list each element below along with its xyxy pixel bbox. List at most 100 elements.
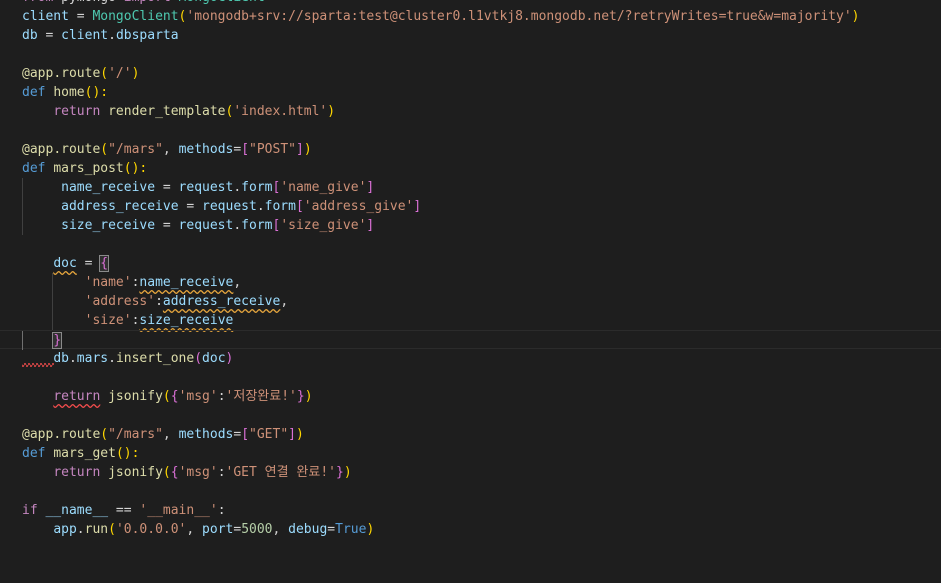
code-line[interactable] [0,368,941,387]
code-token: "/mars" [108,142,163,157]
code-line[interactable]: size_receive = request.form['size_give'] [0,216,941,235]
code-token: doc [53,256,77,271]
code-token: 'size_give' [280,218,367,233]
code-token: [ [295,199,304,214]
code-token: . [68,351,77,366]
code-token: 5000 [241,522,273,537]
code-line[interactable] [0,235,941,254]
code-token: ) [303,142,312,157]
code-token: , [162,142,179,157]
code-token: mars_get [53,446,116,461]
code-token: ( [162,465,171,480]
code-token: . [233,218,242,233]
code-line[interactable]: return render_template('index.html') [0,102,941,121]
code-token: ( [194,351,203,366]
code-token: def [22,161,46,176]
code-token: client [61,28,109,43]
code-line[interactable]: name_receive = request.form['name_give'] [0,178,941,197]
code-token: : [155,294,163,309]
code-token: : [217,503,226,518]
code-token: run [84,522,109,537]
code-token: if [22,503,38,518]
code-token: ( [100,427,109,442]
code-token: ) [343,465,352,480]
code-token: form [241,218,273,233]
code-token: = [233,522,242,537]
code-token: = [233,427,242,442]
indent-guide [22,178,23,197]
code-token: dbsparta [115,28,179,43]
code-line[interactable]: @app.route('/') [0,64,941,83]
indent-guide [22,216,23,235]
code-token: ) [304,389,313,404]
error-squiggle [22,363,54,367]
code-token: : [217,465,226,480]
code-token: jsonify [108,465,163,480]
code-token: = [37,28,62,43]
code-token: . [256,199,265,214]
code-token: } [296,389,305,404]
code-token: 'msg' [178,465,218,480]
code-line[interactable] [0,45,941,64]
code-line[interactable] [0,406,941,425]
code-line[interactable] [0,121,941,140]
code-line[interactable]: 'address':address_receive, [0,292,941,311]
code-line[interactable]: return jsonify({'msg':'GET 연결 완료!'}) [0,463,941,482]
code-line[interactable]: doc = { [0,254,941,273]
code-area[interactable]: from pymongo import MongoClientclient = … [0,0,941,558]
code-token: @ [22,142,30,157]
code-token: address_receive [162,294,281,309]
code-line[interactable]: def mars_get(): [0,444,941,463]
code-line[interactable]: @app.route("/mars", methods=["GET"]) [0,425,941,444]
code-token: __name__ [45,503,109,518]
code-line[interactable]: 'name':name_receive, [0,273,941,292]
code-line[interactable]: def home(): [0,83,941,102]
code-line[interactable]: return jsonify({'msg':'저장완료!'}) [0,387,941,406]
code-token: ] [366,218,375,233]
code-line[interactable]: app.run('0.0.0.0', port=5000, debug=True… [0,520,941,539]
code-token: 'size' [84,313,132,328]
code-token: { [170,465,179,480]
code-line[interactable] [0,539,941,558]
code-token: request [202,199,257,214]
code-token: ( [162,389,171,404]
code-token: def [22,446,46,461]
indent-guide [22,331,23,350]
code-line[interactable]: client = MongoClient('mongodb+srv://spar… [0,7,941,26]
code-line[interactable]: def mars_post(): [0,159,941,178]
code-line[interactable]: db.mars.insert_one(doc) [0,349,941,368]
code-token: import [124,0,171,5]
code-token: . [108,351,116,366]
code-token: ) [225,351,234,366]
code-token: address_receive [61,199,179,214]
code-token: return [53,389,101,404]
code-token: = [155,180,179,195]
code-token: "/mars" [108,427,163,442]
code-line[interactable] [0,482,941,501]
code-token: name_receive [139,275,234,290]
code-line[interactable]: address_receive = request.form['address_… [0,197,941,216]
code-line[interactable]: db = client.dbsparta [0,26,941,45]
code-line[interactable]: if __name__ == '__main__': [0,501,941,520]
code-line[interactable]: from pymongo import MongoClient [0,0,941,7]
code-token: ( [108,522,116,537]
code-token: doc [202,351,226,366]
code-token: ] [413,199,422,214]
code-token: debug [288,522,328,537]
code-line[interactable]: } [0,330,941,350]
code-token: "POST" [249,142,296,157]
code-token: client [22,9,69,24]
code-token: 'address' [84,294,156,309]
code-token: route [61,427,101,442]
code-token: name_receive [61,180,156,195]
code-token: '0.0.0.0' [115,522,187,537]
code-token: return [53,465,101,480]
code-line[interactable]: @app.route("/mars", methods=["POST"]) [0,140,941,159]
code-editor[interactable]: from pymongo import MongoClientclient = … [0,0,941,583]
code-line[interactable]: 'size':size_receive [0,311,941,330]
